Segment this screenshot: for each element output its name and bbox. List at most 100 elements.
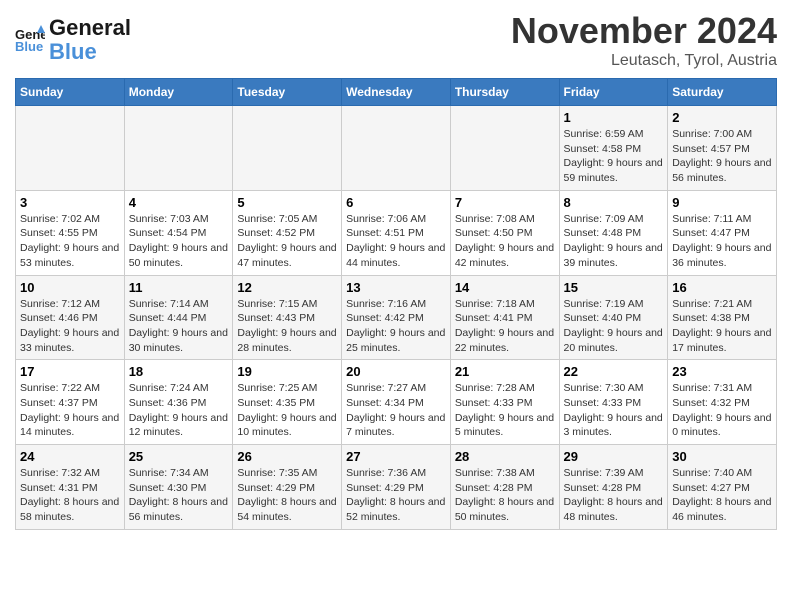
day-number: 15 [564,280,664,295]
day-header-sunday: Sunday [16,79,125,106]
day-number: 16 [672,280,772,295]
day-number: 20 [346,364,446,379]
day-number: 22 [564,364,664,379]
calendar-cell: 11 Sunrise: 7:14 AM Sunset: 4:44 PM Dayli… [124,275,233,360]
calendar-cell: 26 Sunrise: 7:35 AM Sunset: 4:29 PM Dayli… [233,445,342,530]
calendar-cell: 2 Sunrise: 7:00 AM Sunset: 4:57 PM Daylig… [668,106,777,191]
day-info: Sunrise: 7:35 AM Sunset: 4:29 PM Dayligh… [237,466,337,525]
calendar-week-1: 1 Sunrise: 6:59 AM Sunset: 4:58 PM Daylig… [16,106,777,191]
day-info: Sunrise: 7:31 AM Sunset: 4:32 PM Dayligh… [672,381,772,440]
calendar-cell: 13Sunrise: 7:16 AM Sunset: 4:42 PM Dayli… [342,275,451,360]
day-number: 14 [455,280,555,295]
day-number: 24 [20,449,120,464]
calendar-cell: 7Sunrise: 7:08 AM Sunset: 4:50 PM Daylig… [450,190,559,275]
day-info: Sunrise: 7:21 AM Sunset: 4:38 PM Dayligh… [672,297,772,356]
day-info: Sunrise: 7:34 AM Sunset: 4:30 PM Dayligh… [129,466,229,525]
calendar-week-4: 17Sunrise: 7:22 AM Sunset: 4:37 PM Dayli… [16,360,777,445]
day-number: 26 [237,449,337,464]
day-info: Sunrise: 7:38 AM Sunset: 4:28 PM Dayligh… [455,466,555,525]
calendar-cell: 24 Sunrise: 7:32 AM Sunset: 4:31 PM Dayli… [16,445,125,530]
day-header-wednesday: Wednesday [342,79,451,106]
day-info: Sunrise: 7:25 AM Sunset: 4:35 PM Dayligh… [237,381,337,440]
day-info: Sunrise: 7:09 AM Sunset: 4:48 PM Dayligh… [564,212,664,271]
day-number: 17 [20,364,120,379]
svg-text:Blue: Blue [15,39,43,54]
title-block: November 2024 Leutasch, Tyrol, Austria [511,10,777,70]
day-number: 6 [346,195,446,210]
calendar-week-2: 3 Sunrise: 7:02 AM Sunset: 4:55 PM Daylig… [16,190,777,275]
day-info: Sunrise: 7:24 AM Sunset: 4:36 PM Dayligh… [129,381,229,440]
logo-icon: General Blue [15,25,45,55]
day-header-tuesday: Tuesday [233,79,342,106]
day-info: Sunrise: 7:15 AM Sunset: 4:43 PM Dayligh… [237,297,337,356]
day-info: Sunrise: 7:36 AM Sunset: 4:29 PM Dayligh… [346,466,446,525]
calendar-cell: 5 Sunrise: 7:05 AM Sunset: 4:52 PM Daylig… [233,190,342,275]
day-number: 4 [129,195,229,210]
logo-line1: General [49,16,131,40]
calendar-cell [342,106,451,191]
calendar-cell: 25Sunrise: 7:34 AM Sunset: 4:30 PM Dayli… [124,445,233,530]
day-number: 2 [672,110,772,125]
calendar-cell: 18 Sunrise: 7:24 AM Sunset: 4:36 PM Dayli… [124,360,233,445]
day-info: Sunrise: 7:14 AM Sunset: 4:44 PM Dayligh… [129,297,229,356]
day-info: Sunrise: 7:27 AM Sunset: 4:34 PM Dayligh… [346,381,446,440]
calendar-cell: 23 Sunrise: 7:31 AM Sunset: 4:32 PM Dayli… [668,360,777,445]
day-number: 18 [129,364,229,379]
calendar-cell: 3 Sunrise: 7:02 AM Sunset: 4:55 PM Daylig… [16,190,125,275]
day-info: Sunrise: 7:00 AM Sunset: 4:57 PM Dayligh… [672,127,772,186]
calendar-cell [233,106,342,191]
day-info: Sunrise: 7:32 AM Sunset: 4:31 PM Dayligh… [20,466,120,525]
calendar-cell [16,106,125,191]
month-title: November 2024 [511,10,777,52]
day-info: Sunrise: 7:30 AM Sunset: 4:33 PM Dayligh… [564,381,664,440]
day-info: Sunrise: 7:03 AM Sunset: 4:54 PM Dayligh… [129,212,229,271]
calendar-cell [124,106,233,191]
calendar-cell: 19 Sunrise: 7:25 AM Sunset: 4:35 PM Dayli… [233,360,342,445]
day-header-friday: Friday [559,79,668,106]
day-number: 1 [564,110,664,125]
day-info: Sunrise: 7:40 AM Sunset: 4:27 PM Dayligh… [672,466,772,525]
calendar-cell: 30 Sunrise: 7:40 AM Sunset: 4:27 PM Dayli… [668,445,777,530]
day-number: 5 [237,195,337,210]
calendar-cell: 14 Sunrise: 7:18 AM Sunset: 4:41 PM Dayli… [450,275,559,360]
day-number: 10 [20,280,120,295]
calendar-cell: 21Sunrise: 7:28 AM Sunset: 4:33 PM Dayli… [450,360,559,445]
header: General Blue General Blue November 2024 … [15,10,777,70]
day-number: 29 [564,449,664,464]
day-info: Sunrise: 7:11 AM Sunset: 4:47 PM Dayligh… [672,212,772,271]
calendar-week-3: 10Sunrise: 7:12 AM Sunset: 4:46 PM Dayli… [16,275,777,360]
day-number: 19 [237,364,337,379]
calendar-cell: 9Sunrise: 7:11 AM Sunset: 4:47 PM Daylig… [668,190,777,275]
day-number: 23 [672,364,772,379]
day-info: Sunrise: 7:05 AM Sunset: 4:52 PM Dayligh… [237,212,337,271]
day-info: Sunrise: 7:39 AM Sunset: 4:28 PM Dayligh… [564,466,664,525]
calendar-cell: 22 Sunrise: 7:30 AM Sunset: 4:33 PM Dayli… [559,360,668,445]
day-number: 3 [20,195,120,210]
calendar-cell: 16 Sunrise: 7:21 AM Sunset: 4:38 PM Dayli… [668,275,777,360]
day-header-monday: Monday [124,79,233,106]
page-container: General Blue General Blue November 2024 … [0,0,792,540]
calendar-cell: 17Sunrise: 7:22 AM Sunset: 4:37 PM Dayli… [16,360,125,445]
day-info: Sunrise: 7:02 AM Sunset: 4:55 PM Dayligh… [20,212,120,271]
calendar-cell [450,106,559,191]
day-info: Sunrise: 6:59 AM Sunset: 4:58 PM Dayligh… [564,127,664,186]
calendar-cell: 20 Sunrise: 7:27 AM Sunset: 4:34 PM Dayli… [342,360,451,445]
calendar-cell: 15Sunrise: 7:19 AM Sunset: 4:40 PM Dayli… [559,275,668,360]
day-number: 11 [129,280,229,295]
calendar-week-5: 24 Sunrise: 7:32 AM Sunset: 4:31 PM Dayli… [16,445,777,530]
calendar-cell: 28Sunrise: 7:38 AM Sunset: 4:28 PM Dayli… [450,445,559,530]
calendar-cell: 1 Sunrise: 6:59 AM Sunset: 4:58 PM Daylig… [559,106,668,191]
day-info: Sunrise: 7:16 AM Sunset: 4:42 PM Dayligh… [346,297,446,356]
day-number: 27 [346,449,446,464]
day-number: 30 [672,449,772,464]
day-number: 12 [237,280,337,295]
logo: General Blue General Blue [15,16,131,64]
calendar-cell: 12 Sunrise: 7:15 AM Sunset: 4:43 PM Dayli… [233,275,342,360]
calendar-cell: 6Sunrise: 7:06 AM Sunset: 4:51 PM Daylig… [342,190,451,275]
day-info: Sunrise: 7:18 AM Sunset: 4:41 PM Dayligh… [455,297,555,356]
logo-text: General Blue [49,16,131,64]
day-number: 8 [564,195,664,210]
location: Leutasch, Tyrol, Austria [511,52,777,70]
calendar-cell: 10Sunrise: 7:12 AM Sunset: 4:46 PM Dayli… [16,275,125,360]
calendar-cell: 8 Sunrise: 7:09 AM Sunset: 4:48 PM Daylig… [559,190,668,275]
